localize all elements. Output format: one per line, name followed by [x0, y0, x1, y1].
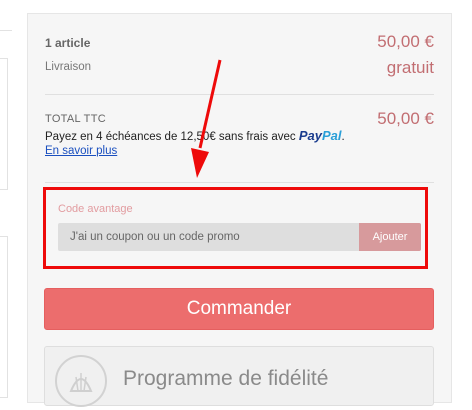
articles-count: 1 article [45, 36, 91, 50]
loyalty-shell-icon [55, 355, 107, 407]
left-divider [0, 30, 12, 31]
promo-field-group: Ajouter [58, 223, 421, 251]
promo-label: Code avantage [58, 203, 133, 215]
summary-divider [45, 182, 434, 183]
total-label: TOTAL TTC [45, 113, 106, 125]
paypal-installment-text: Payez en 4 échéances de 12,50€ sans frai… [45, 131, 296, 143]
apply-promo-button[interactable]: Ajouter [359, 223, 421, 251]
left-panel-edge [0, 58, 8, 190]
paypal-logo: PayPal [298, 128, 342, 143]
shipping-value: gratuit [386, 58, 434, 77]
articles-price: 50,00 € [377, 32, 434, 51]
shipping-label: Livraison [45, 61, 92, 73]
order-summary-card: 1 article 50,00 € Livraison gratuit TOTA… [27, 13, 452, 403]
paypal-installment: Payez en 4 échéances de 12,50€ sans frai… [45, 128, 345, 143]
loyalty-title: Programme de fidélité [123, 367, 329, 390]
total-value: 50,00 € [377, 109, 434, 128]
promo-code-input[interactable] [58, 223, 356, 251]
learn-more-link[interactable]: En savoir plus [45, 145, 117, 157]
summary-divider [45, 94, 434, 95]
order-button[interactable]: Commander [44, 288, 434, 330]
left-panel-edge [0, 236, 8, 398]
loyalty-program-panel[interactable]: Programme de fidélité [44, 346, 434, 407]
